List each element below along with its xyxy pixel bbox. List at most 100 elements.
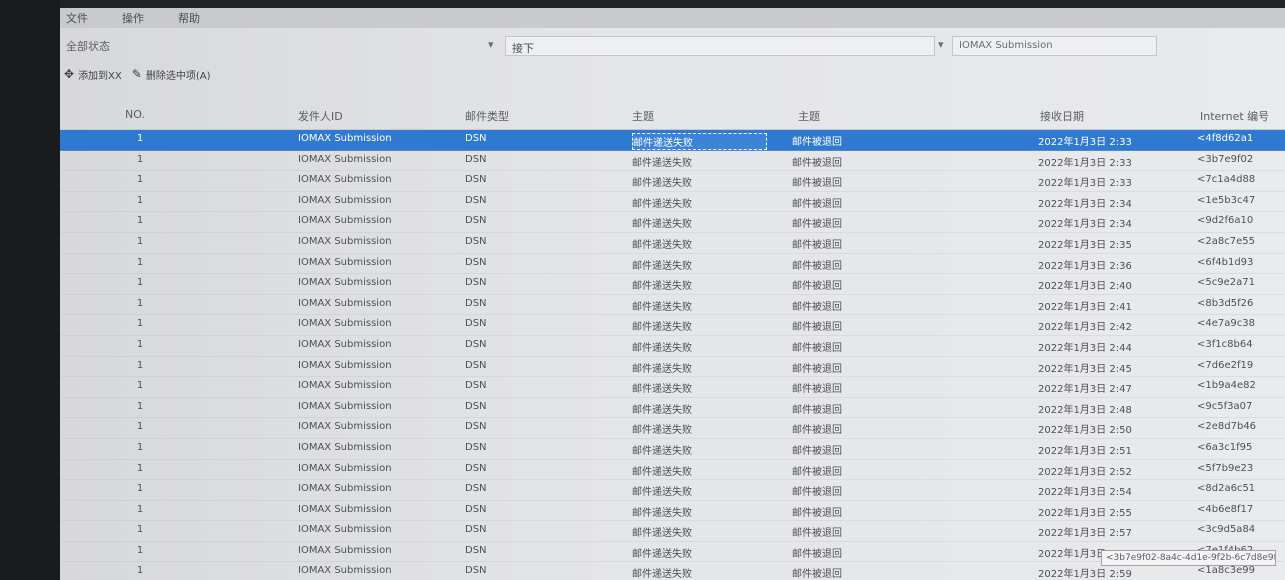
row-subject2: 邮件被退回 [792, 198, 842, 210]
column-header-subject[interactable]: 主题 [632, 108, 654, 124]
row-time: 2022年1月3日 2:33 [1038, 157, 1132, 169]
sender-filter-input[interactable]: IOMAX Submission [952, 36, 1157, 56]
row-subject: 邮件递送失败 [632, 260, 692, 272]
table-row[interactable]: 1 IOMAX Submission DSN 邮件递送失败 邮件被退回 2022年1月3日… [60, 460, 1285, 481]
message-grid: NO. 发件人ID 邮件类型 主题 主题 接收日期 Internet 编号 1 I… [60, 98, 1285, 580]
row-sender: IOMAX Submission [298, 318, 392, 330]
column-header-no[interactable]: NO. [125, 108, 145, 121]
row-type: DSN [465, 462, 487, 474]
row-subject: 邮件递送失败 [632, 281, 692, 293]
menu-file[interactable]: 文件 [66, 10, 88, 26]
row-id: <7c1a4d88 [1197, 174, 1256, 186]
table-row[interactable]: 1 IOMAX Submission DSN 邮件递送失败 邮件被退回 2022年1月3日… [60, 315, 1285, 336]
row-no: 1 [136, 133, 144, 144]
row-id: <8b3d5f26 [1197, 297, 1254, 309]
table-row[interactable]: 1 IOMAX Submission DSN 邮件递送失败 邮件被退回 2022年1月3日… [60, 233, 1285, 254]
table-row[interactable]: 1 IOMAX Submission DSN 邮件递送失败 邮件被退回 2022年1月3日… [60, 501, 1285, 522]
add-button-label: 添加到XX [78, 70, 122, 82]
row-id: <1e5b3c47 [1197, 194, 1256, 206]
row-id: <5c9e2a71 [1197, 277, 1255, 289]
delete-selected-button[interactable]: ✎ 删除选中项(A) [132, 67, 211, 82]
row-type: DSN [465, 565, 487, 577]
table-row[interactable]: 1 IOMAX Submission DSN 邮件递送失败 邮件被退回 2022年1月3日… [60, 418, 1285, 439]
tooltip: <3b7e9f02-8a4c-4d1e-9f2b-6c7d8e9f0a1b> [1101, 550, 1276, 566]
column-header-type[interactable]: 邮件类型 [465, 108, 509, 124]
row-subject: 邮件递送失败 [632, 239, 692, 251]
row-no: 1 [136, 524, 144, 536]
row-sender: IOMAX Submission [298, 133, 392, 144]
row-time: 2022年1月3日 2:54 [1038, 487, 1132, 499]
row-no: 1 [136, 483, 144, 495]
row-subject2: 邮件被退回 [792, 466, 842, 478]
row-subject: 邮件递送失败 [632, 425, 692, 437]
row-sender: IOMAX Submission [298, 297, 392, 309]
row-type: DSN [465, 400, 487, 412]
table-row[interactable]: 1 IOMAX Submission DSN 邮件递送失败 邮件被退回 2022年1月3日… [60, 357, 1285, 378]
row-type: DSN [465, 544, 487, 556]
row-no: 1 [136, 338, 144, 350]
row-id: <2a8c7e55 [1197, 235, 1255, 247]
row-subject: 邮件递送失败 [632, 548, 692, 560]
chevron-down-icon[interactable]: ▾ [938, 38, 944, 51]
row-subject2: 邮件被退回 [792, 445, 842, 457]
row-time: 2022年1月3日 2:52 [1038, 466, 1132, 478]
row-subject: 邮件递送失败 [632, 384, 692, 396]
row-time: 2022年1月3日 2:41 [1038, 301, 1132, 313]
chevron-down-icon[interactable]: ▾ [488, 38, 494, 51]
column-header-id[interactable]: Internet 编号 [1200, 108, 1269, 124]
add-button[interactable]: ✥ 添加到XX [64, 67, 122, 82]
row-no: 1 [136, 174, 144, 186]
menu-help[interactable]: 帮助 [178, 10, 200, 26]
table-row[interactable]: 1 IOMAX Submission DSN 邮件递送失败 邮件被退回 2022年1月3日… [60, 254, 1285, 275]
table-row[interactable]: 1 IOMAX Submission DSN 邮件递送失败 邮件被退回 2022年1月3日… [60, 192, 1285, 213]
row-no: 1 [136, 359, 144, 371]
filter-select[interactable]: 接下 [505, 36, 935, 56]
row-subject: 邮件递送失败 [632, 198, 692, 210]
row-subject2: 邮件被退回 [792, 239, 842, 251]
table-row[interactable]: 1 IOMAX Submission DSN 邮件递送失败 邮件被退回 2022年1月3日… [60, 171, 1285, 192]
row-type: DSN [465, 215, 487, 227]
row-subject2: 邮件被退回 [792, 528, 842, 540]
row-type: DSN [465, 338, 487, 350]
table-row[interactable]: 1 IOMAX Submission DSN 邮件递送失败 邮件被退回 2022年1月3日… [60, 151, 1285, 172]
menu-action[interactable]: 操作 [122, 10, 144, 26]
table-row[interactable]: 1 IOMAX Submission DSN 邮件递送失败 邮件被退回 2022年1月3日… [60, 274, 1285, 295]
row-sender: IOMAX Submission [298, 441, 392, 453]
row-id: <6f4b1d93 [1197, 256, 1254, 268]
row-time: 2022年1月3日 2:42 [1038, 322, 1132, 334]
table-row[interactable]: 1 IOMAX Submission DSN 邮件递送失败 邮件被退回 2022年1月3日… [60, 295, 1285, 316]
row-no: 1 [136, 277, 144, 289]
table-row[interactable]: 1 IOMAX Submission DSN 邮件递送失败 邮件被退回 2022年1月3日… [60, 336, 1285, 357]
column-header-sender[interactable]: 发件人ID [298, 108, 343, 124]
table-row[interactable]: 1 IOMAX Submission DSN 邮件递送失败 邮件被退回 2022年1月3日… [60, 480, 1285, 501]
row-subject: 邮件递送失败 [632, 528, 692, 540]
column-header-time[interactable]: 接收日期 [1040, 108, 1084, 124]
row-subject2: 邮件被退回 [792, 384, 842, 396]
row-id: <9d2f6a10 [1197, 215, 1254, 227]
row-no: 1 [136, 215, 144, 227]
row-subject2: 邮件被退回 [792, 219, 842, 231]
row-no: 1 [136, 194, 144, 206]
row-id: <4e7a9c38 [1197, 318, 1255, 330]
row-sender: IOMAX Submission [298, 483, 392, 495]
table-row[interactable]: 1 IOMAX Submission DSN 邮件递送失败 邮件被退回 2022年1月3日… [60, 398, 1285, 419]
row-type: DSN [465, 359, 487, 371]
row-time: 2022年1月3日 2:33 [1038, 137, 1132, 148]
table-row[interactable]: 1 IOMAX Submission DSN 邮件递送失败 邮件被退回 2022年1月3日… [60, 377, 1285, 398]
row-sender: IOMAX Submission [298, 421, 392, 433]
menu-bar: 文件 操作 帮助 [60, 8, 1285, 28]
table-row[interactable]: 1 IOMAX Submission DSN 邮件递送失败 邮件被退回 2022年1月3日… [60, 212, 1285, 233]
column-header-subject2[interactable]: 主题 [798, 108, 820, 124]
filter-label: 全部状态 [66, 40, 110, 53]
row-sender: IOMAX Submission [298, 235, 392, 247]
row-subject2: 邮件被退回 [792, 404, 842, 416]
row-time: 2022年1月3日 2:47 [1038, 384, 1132, 396]
row-no: 1 [136, 297, 144, 309]
row-subject2: 邮件被退回 [792, 363, 842, 375]
row-sender: IOMAX Submission [298, 565, 392, 577]
row-time: 2022年1月3日 2:36 [1038, 260, 1132, 272]
table-row[interactable]: 1 IOMAX Submission DSN 邮件递送失败 邮件被退回 2022年1月3日… [60, 521, 1285, 542]
table-row[interactable]: 1 IOMAX Submission DSN 邮件递送失败 邮件被退回 2022年1月3日… [60, 439, 1285, 460]
row-id: <5f7b9e23 [1197, 462, 1254, 474]
table-row[interactable]: 1 IOMAX Submission DSN 邮件递送失败 邮件被退回 2022年1月3日… [60, 130, 1285, 151]
